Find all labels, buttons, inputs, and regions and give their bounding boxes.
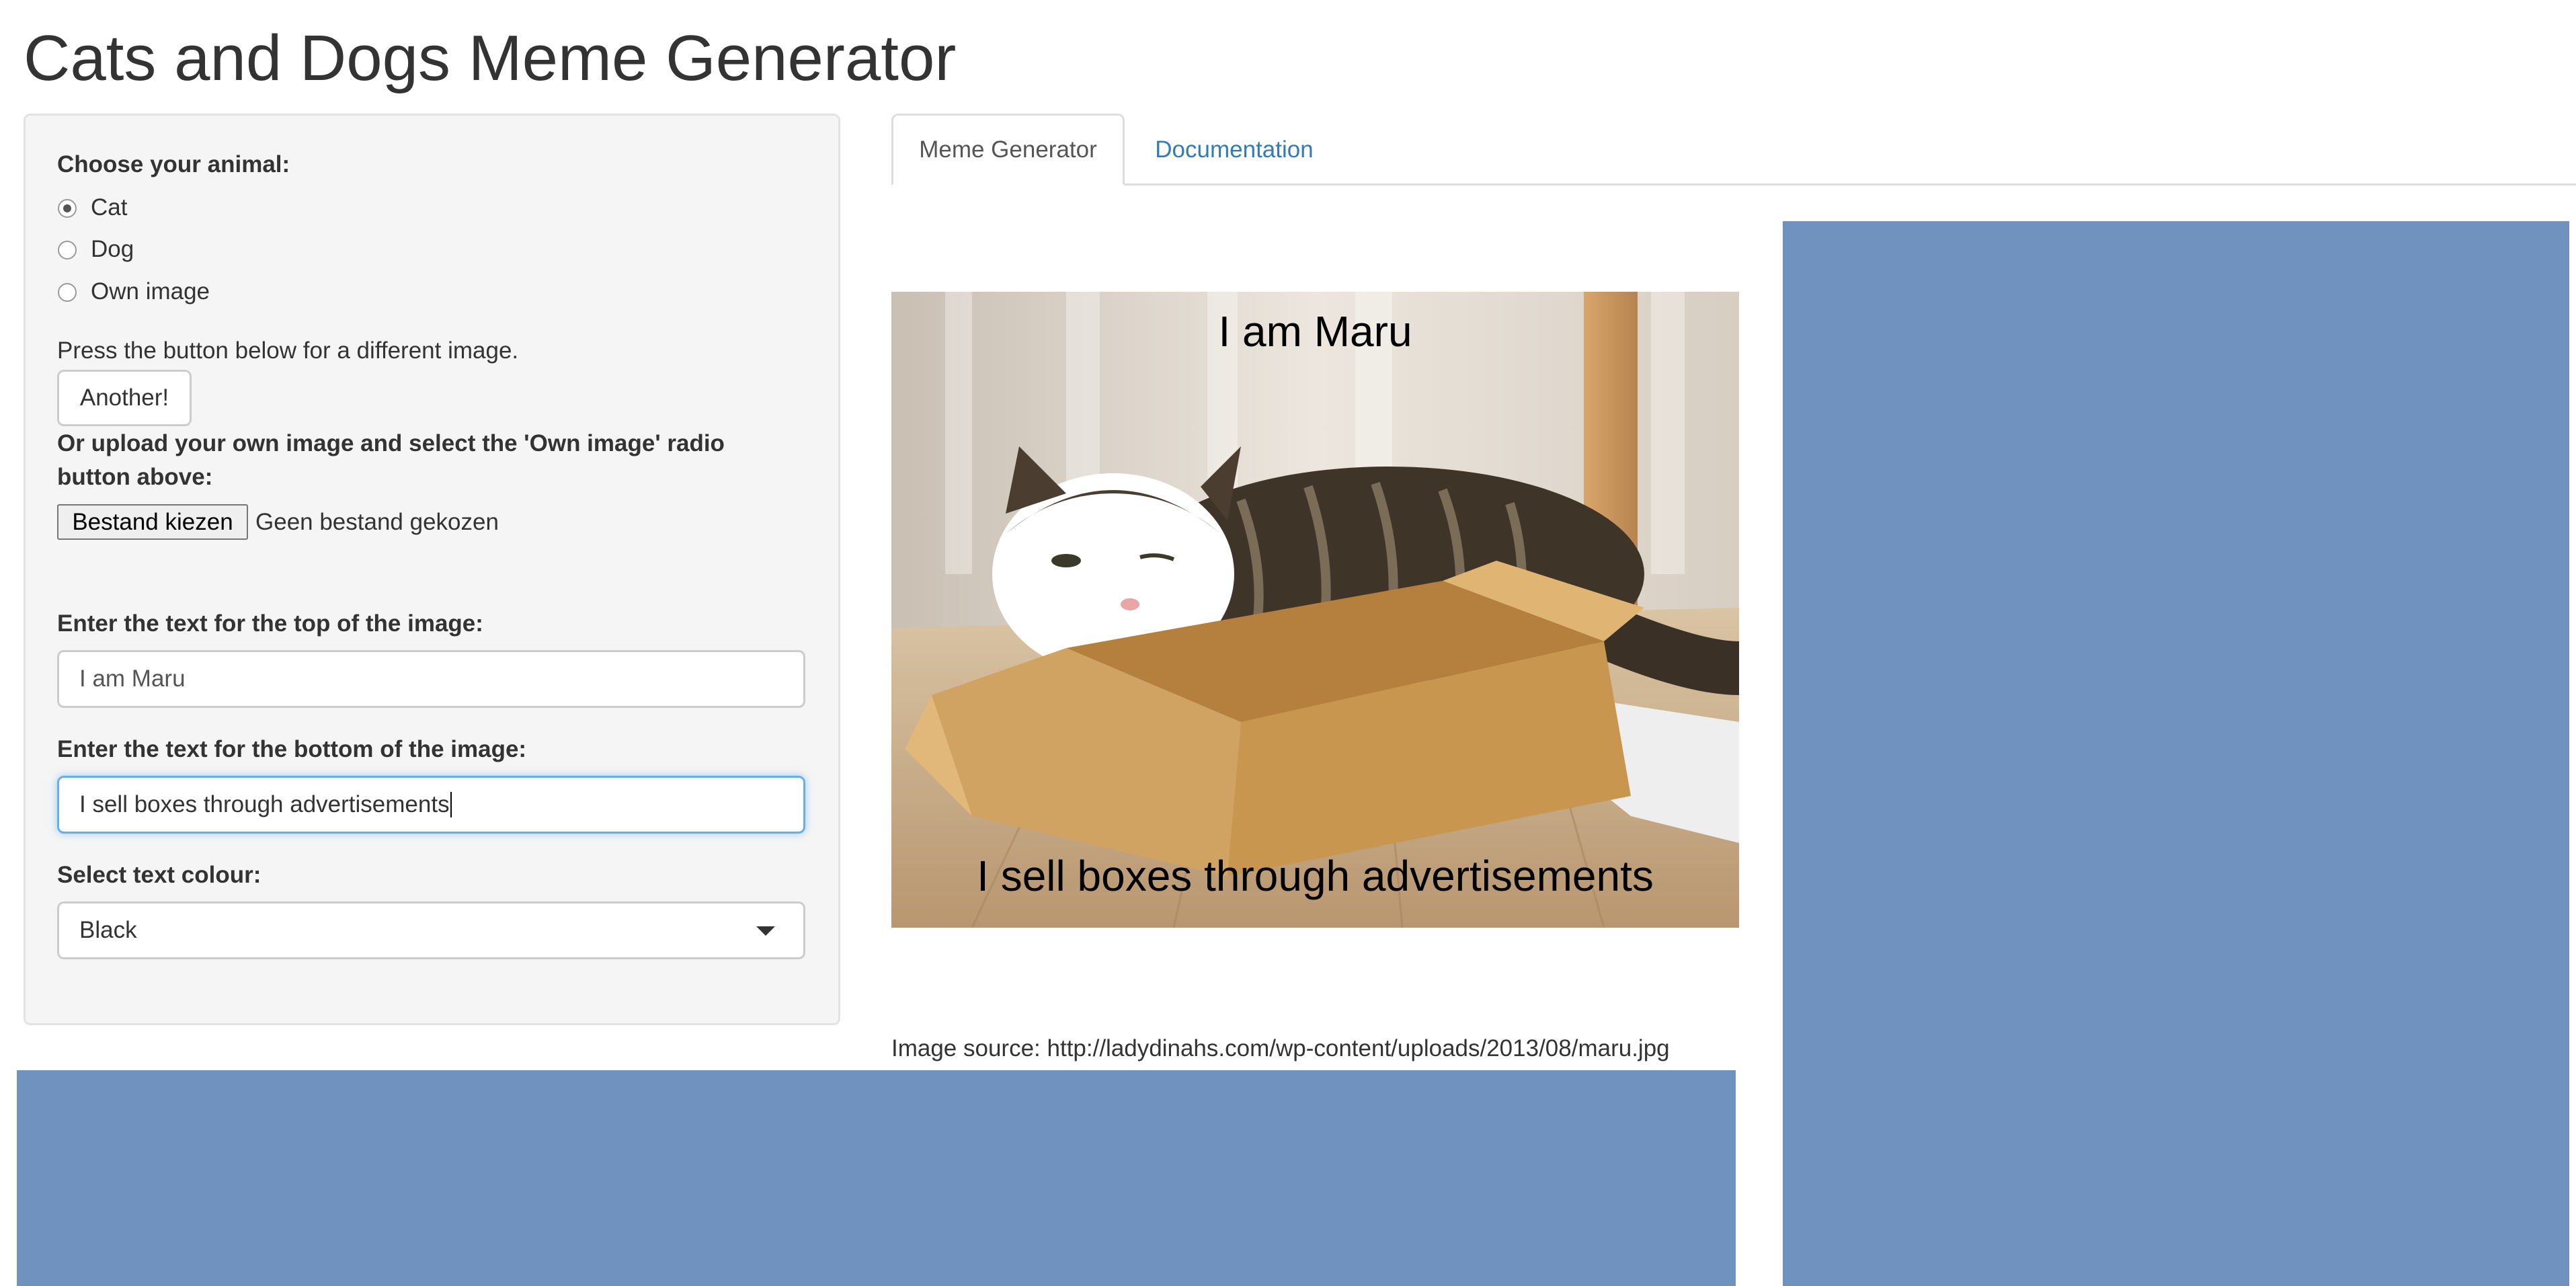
placeholder-block-right (1783, 221, 2569, 1286)
page-title: Cats and Dogs Meme Generator (24, 22, 957, 94)
text-cursor (450, 792, 452, 817)
meme-bottom-text: I sell boxes through advertisements (977, 852, 1654, 900)
radio-own-image-label[interactable]: Own image (91, 278, 210, 305)
meme-top-text: I am Maru (1218, 307, 1412, 356)
another-hint: Press the button below for a different i… (57, 337, 519, 364)
radio-own-image[interactable] (58, 283, 77, 302)
colour-label: Select text colour: (57, 862, 261, 888)
bottom-text-value: I sell boxes through advertisements (79, 791, 450, 817)
choose-file-button[interactable]: Bestand kiezen (57, 504, 248, 540)
upload-label-line2: button above: (57, 464, 213, 490)
radio-cat-label[interactable]: Cat (91, 194, 127, 221)
top-text-label: Enter the text for the top of the image: (57, 610, 483, 637)
file-status: Geen bestand gekozen (255, 509, 499, 535)
input-panel: Choose your animal: Cat Dog Own image Pr… (24, 114, 840, 1025)
radio-dog[interactable] (58, 241, 77, 259)
animal-label: Choose your animal: (57, 151, 290, 177)
top-text-input[interactable]: I am Maru (57, 650, 805, 708)
bottom-text-input[interactable]: I sell boxes through advertisements (57, 776, 805, 834)
top-text-value: I am Maru (79, 666, 186, 692)
radio-dog-label[interactable]: Dog (91, 236, 134, 263)
another-button[interactable]: Another! (57, 370, 192, 426)
image-source: Image source: http://ladydinahs.com/wp-c… (891, 1035, 1670, 1061)
tab-documentation[interactable]: Documentation (1125, 114, 1344, 186)
tab-meme-generator[interactable]: Meme Generator (891, 114, 1125, 186)
meme-image: I am Maru I sell boxes through advertise… (891, 292, 1739, 928)
cat-in-box-image (891, 292, 1739, 928)
radio-cat[interactable] (58, 199, 77, 218)
upload-label-line1: Or upload your own image and select the … (57, 430, 725, 456)
bottom-text-label: Enter the text for the bottom of the ima… (57, 736, 527, 762)
colour-select-value: Black (79, 917, 137, 943)
chevron-down-icon (756, 926, 775, 936)
placeholder-block-bottom (17, 1070, 1736, 1286)
colour-select[interactable]: Black (57, 901, 805, 959)
